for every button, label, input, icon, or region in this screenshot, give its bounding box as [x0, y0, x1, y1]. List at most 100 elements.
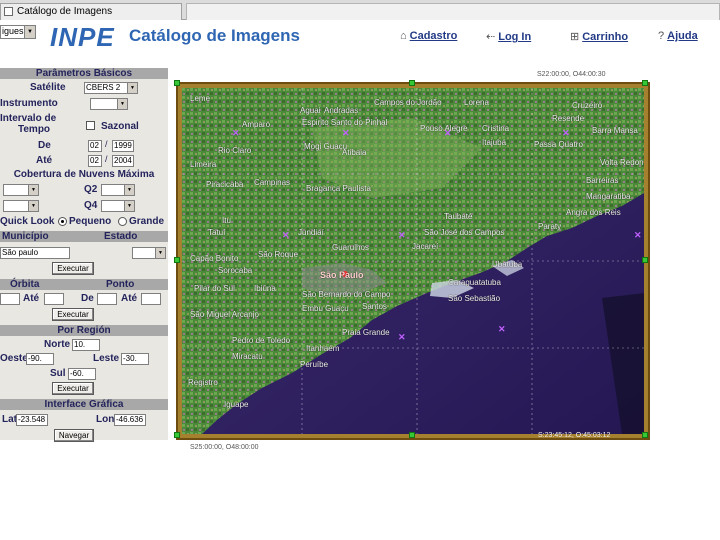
- scene-marker-icon[interactable]: ✕: [634, 230, 642, 241]
- quicklook-large-label: Grande: [129, 216, 165, 227]
- orbit-from-input[interactable]: [0, 293, 20, 305]
- estado-select[interactable]: [132, 247, 166, 259]
- scene-marker-icon[interactable]: ✕: [498, 324, 506, 335]
- place-label: Taubaté: [444, 212, 473, 221]
- place-label: Campos do Jordão: [374, 98, 442, 107]
- orbit-header: Órbita Ponto: [0, 279, 168, 290]
- sul-label: Sul: [50, 368, 66, 379]
- location-header: Município Estado: [0, 231, 168, 242]
- seasonal-label: Sazonal: [101, 121, 139, 132]
- cloud-q4-select[interactable]: [101, 200, 135, 212]
- language-select-value: igues: [2, 26, 24, 36]
- cloud-q1-select[interactable]: [3, 184, 39, 196]
- ponto-ate-label: Até: [121, 293, 138, 304]
- orbit-search-button[interactable]: Executar: [52, 308, 94, 321]
- place-label: Pilar do Sul: [194, 284, 235, 293]
- place-label: Santos: [362, 302, 387, 311]
- cloud-q2-select[interactable]: [101, 184, 135, 196]
- to-day-input[interactable]: 02: [88, 155, 102, 167]
- lon-input[interactable]: -46.636: [114, 414, 146, 426]
- resize-handle-br[interactable]: [642, 432, 648, 438]
- resize-handle-tr[interactable]: [642, 80, 648, 86]
- place-label: Espirito Santo do Pinhal: [302, 118, 388, 127]
- municipio-input[interactable]: São paulo: [0, 247, 70, 259]
- place-label: Mogi Guaçu: [304, 142, 348, 151]
- place-label: Paraty: [538, 222, 562, 231]
- coord-bottom-right: S:23:45:12, O:45:03:12: [538, 432, 611, 439]
- satellite-select[interactable]: CBERS 2: [84, 82, 138, 94]
- satellite-label: Satélite: [30, 82, 66, 93]
- carrinho-link[interactable]: ⊞ Carrinho: [570, 30, 628, 43]
- norte-label: Norte: [44, 339, 71, 350]
- region-search-button[interactable]: Executar: [52, 382, 94, 395]
- cadastro-link[interactable]: ⌂ Cadastro: [400, 30, 457, 42]
- from-day-input[interactable]: 02: [88, 140, 102, 152]
- scene-marker-icon[interactable]: ✕: [444, 128, 452, 139]
- estado-label: Estado: [104, 231, 138, 242]
- resize-handle-t[interactable]: [409, 80, 415, 86]
- place-label: Registro: [188, 378, 218, 387]
- arrow-left-icon: ⇠: [486, 31, 496, 43]
- instrument-select[interactable]: [90, 98, 128, 110]
- ajuda-link[interactable]: ? Ajuda: [658, 30, 698, 42]
- resize-handle-tl[interactable]: [174, 80, 180, 86]
- scene-marker-icon[interactable]: ✕: [232, 128, 240, 139]
- question-icon: ?: [658, 30, 665, 42]
- resize-handle-r[interactable]: [642, 257, 648, 263]
- cloud-q3-select[interactable]: [3, 200, 39, 212]
- orbit-to-input[interactable]: [44, 293, 64, 305]
- leste-label: Leste: [93, 353, 120, 364]
- cloud-q2-label: Q2: [84, 184, 98, 195]
- satellite-image[interactable]: Leme Aguai Andradas Campos do Jordão Lor…: [182, 88, 644, 434]
- leste-input[interactable]: -30.: [121, 353, 149, 365]
- lat-input[interactable]: -23.548: [16, 414, 48, 426]
- resize-handle-l[interactable]: [174, 257, 180, 263]
- scene-marker-icon[interactable]: ✕: [282, 230, 290, 241]
- house-icon: ⌂: [400, 30, 407, 42]
- place-label: Passa Quatro: [534, 140, 583, 149]
- quicklook-label: Quick Look: [0, 216, 55, 227]
- lon-label: Lon: [96, 414, 115, 425]
- cloud-cover-header: Cobertura de Nuvens Máxima: [13, 169, 155, 180]
- lat-label: Lat: [2, 414, 17, 425]
- login-link[interactable]: ⇠ Log In: [486, 30, 531, 43]
- scene-marker-icon[interactable]: ✕: [562, 128, 570, 139]
- place-label: Campinas: [254, 178, 291, 187]
- inpe-logo: INPE: [50, 22, 115, 52]
- cloud-q4-label: Q4: [84, 200, 98, 211]
- quicklook-large-radio[interactable]: [118, 217, 127, 226]
- resize-handle-bl[interactable]: [174, 432, 180, 438]
- to-year-input[interactable]: 2004: [112, 155, 134, 167]
- ponto-from-input[interactable]: [97, 293, 117, 305]
- oeste-input[interactable]: -90.: [26, 353, 54, 365]
- to-label: Até: [36, 155, 53, 166]
- scene-marker-icon[interactable]: ✕: [398, 332, 406, 343]
- from-label: De: [38, 140, 51, 151]
- language-select[interactable]: igues ▼: [0, 25, 36, 39]
- ponto-de-label: De: [81, 293, 94, 304]
- login-link-label: Log In: [498, 31, 532, 43]
- browser-tab-empty: [186, 3, 720, 20]
- interval-label-2: Tempo: [18, 124, 51, 135]
- carrinho-link-label: Carrinho: [582, 31, 629, 43]
- place-label: Sorocaba: [218, 266, 253, 275]
- norte-input[interactable]: 10.: [72, 339, 100, 351]
- page-title: Catálogo de Imagens: [129, 26, 300, 45]
- browser-tab[interactable]: Catálogo de Imagens: [0, 3, 182, 20]
- resize-handle-b[interactable]: [409, 432, 415, 438]
- from-year-input[interactable]: 1999: [112, 140, 134, 152]
- scene-marker-icon[interactable]: ✕: [342, 128, 350, 139]
- place-label: Cristina: [482, 124, 510, 133]
- to-date-separator: /: [105, 154, 108, 164]
- location-search-button[interactable]: Executar: [52, 262, 94, 275]
- navigate-button[interactable]: Navegar: [54, 429, 94, 442]
- place-label: Praia Grande: [342, 328, 390, 337]
- seasonal-checkbox[interactable]: [86, 121, 95, 130]
- ponto-to-input[interactable]: [141, 293, 161, 305]
- page-icon: [4, 7, 13, 16]
- scene-marker-icon[interactable]: ✕: [398, 230, 406, 241]
- place-label: Barreiras: [586, 176, 619, 185]
- map-frame[interactable]: Leme Aguai Andradas Campos do Jordão Lor…: [174, 80, 650, 440]
- quicklook-small-radio[interactable]: [58, 217, 67, 226]
- sul-input[interactable]: -60.: [68, 368, 96, 380]
